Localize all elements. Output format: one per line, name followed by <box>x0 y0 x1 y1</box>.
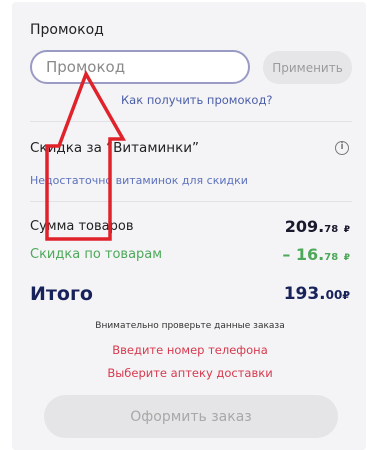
currency-sign: ₽ <box>342 289 350 302</box>
pharmacy-warning: Выберите аптеку доставки <box>107 366 273 380</box>
items-sum-whole: 209. <box>284 217 325 236</box>
bonus-discount-note: Недостаточно витаминок для скидки <box>30 174 248 187</box>
items-sum-label: Сумма товаров <box>30 219 134 234</box>
phone-warning: Введите номер телефона <box>112 343 268 357</box>
items-discount-cents: 78 <box>324 252 339 263</box>
place-order-button[interactable]: Оформить заказ <box>44 395 338 438</box>
items-sum-cents: 78 <box>324 224 339 235</box>
check-order-note: Внимательно проверьте данные заказа <box>95 321 285 331</box>
items-discount-label: Скидка по товарам <box>30 247 163 262</box>
total-whole: 193. <box>283 284 326 304</box>
total-label: Итого <box>30 283 93 305</box>
total-cents: 00 <box>325 288 343 302</box>
divider <box>30 201 352 202</box>
currency-sign: ₽ <box>343 253 350 263</box>
apply-promo-button[interactable]: Применить <box>263 51 352 84</box>
total-value: 193.00₽ <box>284 284 350 304</box>
promo-input[interactable] <box>30 50 250 84</box>
bonus-discount-title: Скидка за “Витаминки” <box>30 140 200 156</box>
items-discount-whole: – 16. <box>282 245 325 264</box>
promo-title: Промокод <box>30 22 104 38</box>
currency-sign: ₽ <box>343 225 350 235</box>
info-icon[interactable]: i <box>335 141 349 155</box>
promo-help-link[interactable]: Как получить промокод? <box>121 93 273 107</box>
items-discount-value: – 16.78 ₽ <box>282 245 350 264</box>
items-sum-value: 209.78 ₽ <box>285 217 350 236</box>
divider <box>30 121 352 122</box>
